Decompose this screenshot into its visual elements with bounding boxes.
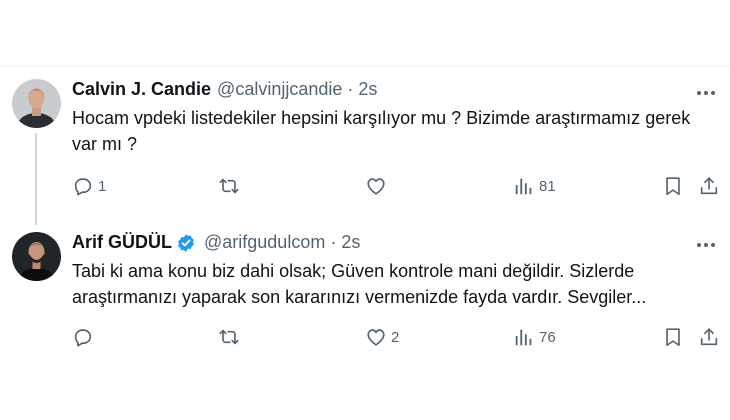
bookmark-icon <box>666 328 680 347</box>
tweet-text: Tabi ki ama konu biz dahi olsak; Güven k… <box>72 261 647 307</box>
views-icon <box>515 178 532 195</box>
share-button[interactable] <box>698 175 720 197</box>
display-name[interactable]: Calvin J. Candie <box>72 79 211 100</box>
timestamp[interactable]: 2s <box>358 79 377 100</box>
share-button[interactable] <box>698 326 720 348</box>
separator: · <box>330 232 337 252</box>
views-button[interactable]: 76 <box>513 326 556 348</box>
reply-button[interactable]: 1 <box>72 175 106 197</box>
share-icon <box>700 328 718 346</box>
reply-button[interactable] <box>72 326 98 348</box>
retweet-button[interactable] <box>218 326 244 348</box>
retweet-icon <box>219 178 239 194</box>
views-icon <box>515 329 532 346</box>
like-button[interactable]: 2 <box>365 326 399 348</box>
share-icon <box>700 177 718 195</box>
like-icon <box>367 178 385 195</box>
bookmark-button[interactable] <box>662 175 684 197</box>
like-icon <box>367 329 385 346</box>
timestamp[interactable]: 2s <box>341 232 360 253</box>
like-count: 2 <box>391 328 400 346</box>
tweet-reply-arif[interactable]: Arif GÜDÜL @arifgudulcom · 2s Tabi ki am… <box>0 225 730 420</box>
reply-icon <box>74 178 92 196</box>
avatar[interactable] <box>12 232 61 281</box>
action-bar: 1 81 <box>0 175 730 199</box>
retweet-button[interactable] <box>218 175 244 197</box>
avatar[interactable] <box>12 79 61 128</box>
tweet-reply-calvin[interactable]: Calvin J. Candie @calvinjjcandie · 2s Ho… <box>0 67 730 225</box>
views-button[interactable]: 81 <box>513 175 556 197</box>
like-button[interactable] <box>365 175 391 197</box>
bookmark-icon <box>666 177 680 196</box>
tweet-text: Hocam vpdeki listedekiler hepsini karşıl… <box>72 108 691 154</box>
username[interactable]: @arifgudulcom <box>204 232 325 253</box>
separator: · <box>347 79 354 99</box>
views-count: 81 <box>539 177 556 195</box>
tweet-header: Calvin J. Candie @calvinjjcandie · 2s <box>72 79 377 100</box>
display-name[interactable]: Arif GÜDÜL <box>72 232 172 253</box>
views-count: 76 <box>539 328 556 346</box>
reply-icon <box>74 329 92 347</box>
more-icon[interactable] <box>696 83 716 103</box>
verified-badge-icon[interactable] <box>176 233 196 253</box>
tweet-header: Arif GÜDÜL @arifgudulcom · 2s <box>72 232 360 253</box>
reply-count: 1 <box>98 177 107 195</box>
more-icon[interactable] <box>696 235 716 255</box>
action-bar: 2 76 <box>0 326 730 350</box>
username[interactable]: @calvinjjcandie <box>217 79 342 100</box>
retweet-icon <box>219 329 239 345</box>
bookmark-button[interactable] <box>662 326 684 348</box>
